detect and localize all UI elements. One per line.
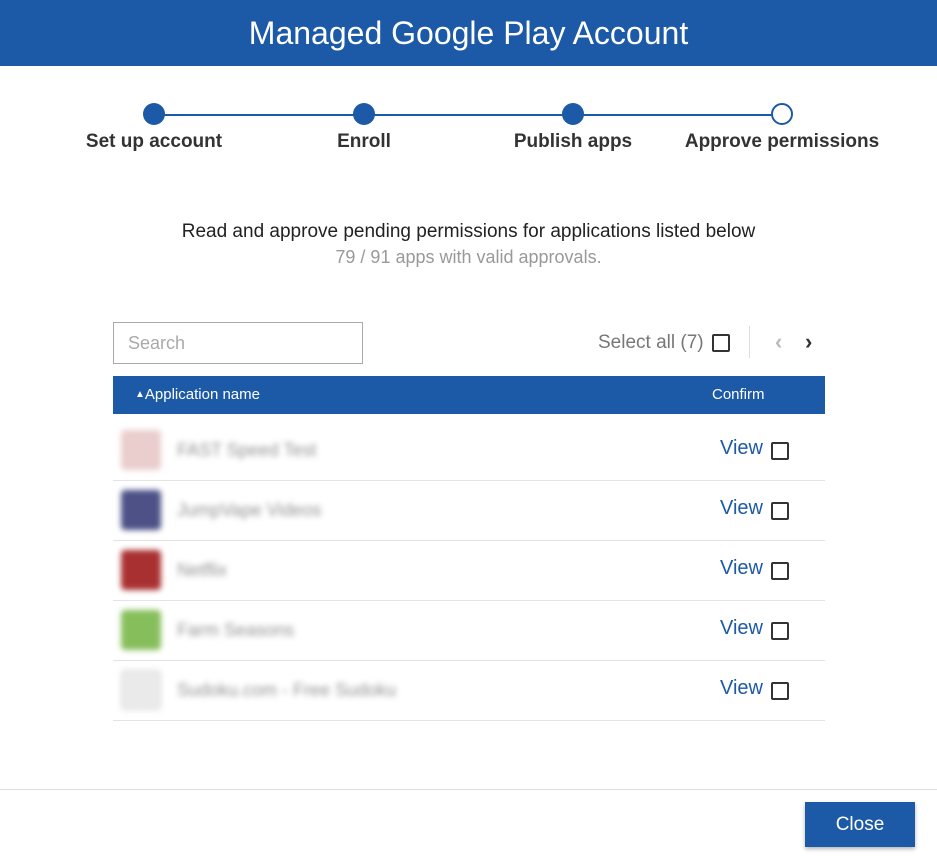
app-icon (121, 430, 161, 470)
step-label: Set up account (85, 131, 223, 152)
step-label: Publish apps (513, 131, 633, 152)
step-label: Enroll (337, 131, 391, 152)
table-row: Sudoku.com - Free Sudoku View (113, 660, 825, 721)
view-link[interactable]: View (720, 437, 763, 460)
chevron-left-icon[interactable]: ‹ (775, 330, 782, 354)
dialog-header: Managed Google Play Account (0, 0, 937, 66)
step-dot-current (771, 103, 793, 125)
table-row: FAST Speed Test View (113, 420, 825, 481)
column-header-confirm: Confirm (712, 386, 765, 403)
app-name: Netflix (177, 560, 228, 580)
dialog-title: Managed Google Play Account (248, 15, 689, 51)
app-name: JumpVape Videos (177, 500, 322, 520)
intro: Read and approve pending permissions for… (0, 221, 937, 268)
table-header: ▲Application name Confirm (113, 376, 825, 414)
app-info: Sudoku.com - Free Sudoku (113, 660, 517, 720)
step-label: Approve permissions (684, 131, 880, 152)
step-enroll: Enroll (254, 96, 474, 153)
confirm-checkbox[interactable] (771, 682, 789, 700)
app-info: Farm Seasons (113, 600, 517, 660)
table-row: Netflix View (113, 540, 825, 601)
app-icon (121, 610, 161, 650)
app-info: Netflix (113, 540, 517, 600)
view-link[interactable]: View (720, 677, 763, 700)
step-dot-complete (143, 103, 165, 125)
app-name: FAST Speed Test (177, 440, 317, 460)
progress-stepper: Set up account Enroll Publish apps Appro… (0, 96, 937, 166)
select-all-label: Select all (7) (598, 332, 704, 353)
confirm-checkbox[interactable] (771, 502, 789, 520)
search-input[interactable] (113, 322, 363, 364)
app-icon (121, 550, 161, 590)
step-dot-complete (562, 103, 584, 125)
step-approve-permissions: Approve permissions (672, 96, 892, 153)
table-row: JumpVape Videos View (113, 480, 825, 541)
confirm-checkbox[interactable] (771, 442, 789, 460)
approval-count: 79 / 91 apps with valid approvals. (335, 247, 602, 267)
view-link[interactable]: View (720, 617, 763, 640)
step-set-up-account: Set up account (44, 96, 264, 153)
app-info: JumpVape Videos (113, 480, 517, 540)
step-publish-apps: Publish apps (463, 96, 683, 153)
footer-divider (0, 789, 937, 790)
app-name: Sudoku.com - Free Sudoku (177, 680, 397, 700)
app-icon (121, 490, 161, 530)
app-info: FAST Speed Test (113, 420, 517, 480)
table-row: Farm Seasons View (113, 600, 825, 661)
view-link[interactable]: View (720, 497, 763, 520)
app-icon (121, 670, 161, 710)
confirm-checkbox[interactable] (771, 622, 789, 640)
view-link[interactable]: View (720, 557, 763, 580)
close-button[interactable]: Close (805, 802, 915, 847)
toolbar-divider (749, 326, 750, 358)
confirm-checkbox[interactable] (771, 562, 789, 580)
select-all-checkbox[interactable] (712, 334, 730, 352)
app-name: Farm Seasons (177, 620, 295, 640)
intro-title: Read and approve pending permissions for… (181, 221, 756, 242)
chevron-right-icon[interactable]: › (805, 330, 812, 354)
step-dot-complete (353, 103, 375, 125)
sort-up-icon: ▲ (135, 389, 145, 400)
column-header-application-name[interactable]: ▲Application name (135, 376, 260, 414)
